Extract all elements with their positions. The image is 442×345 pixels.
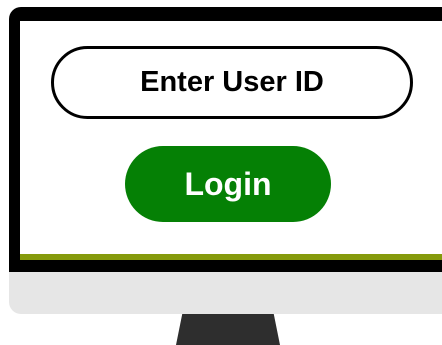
login-button-label: Login [184, 165, 272, 202]
computer-monitor: Enter User ID Login [0, 0, 442, 345]
user-id-field[interactable]: Enter User ID [51, 46, 413, 119]
monitor-chin [9, 272, 442, 314]
monitor-stand [176, 314, 280, 345]
login-button[interactable]: Login [125, 146, 331, 222]
user-id-placeholder: Enter User ID [140, 66, 324, 98]
